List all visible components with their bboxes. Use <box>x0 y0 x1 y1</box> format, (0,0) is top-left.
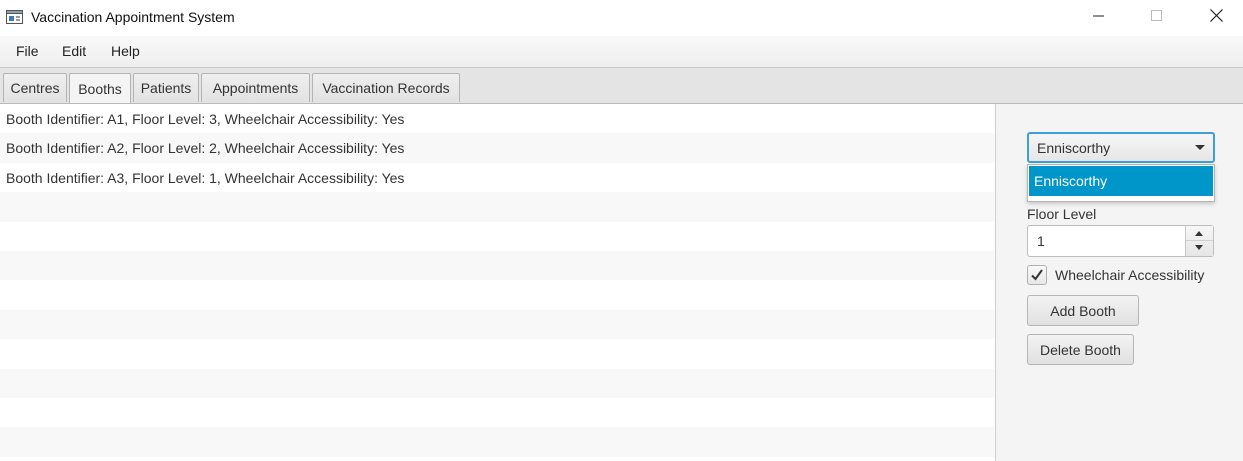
empty-list-row <box>0 427 995 457</box>
wheelchair-checkbox[interactable] <box>1027 265 1047 285</box>
tab-bar: Centres Booths Patients Appointments Vac… <box>0 68 1243 104</box>
floor-level-input[interactable]: 1 <box>1037 233 1045 249</box>
empty-list-row <box>0 339 995 368</box>
booth-list[interactable]: Booth Identifier: A1, Floor Level: 3, Wh… <box>0 104 996 461</box>
tab-centres[interactable]: Centres <box>3 73 67 102</box>
centre-combo-value: Enniscorthy <box>1037 140 1111 156</box>
tab-appointments[interactable]: Appointments <box>201 73 310 102</box>
dropdown-option-enniscorthy[interactable]: Enniscorthy <box>1029 166 1213 196</box>
floor-level-spinner[interactable]: 1 <box>1027 225 1214 257</box>
delete-booth-button[interactable]: Delete Booth <box>1027 334 1134 365</box>
empty-list-row <box>0 398 995 427</box>
menu-file[interactable]: File <box>16 43 39 59</box>
tab-booths[interactable]: Booths <box>69 73 131 103</box>
chevron-down-icon <box>1195 145 1205 150</box>
floor-level-label: Floor Level <box>1027 206 1097 222</box>
minimize-button[interactable] <box>1076 0 1122 34</box>
booth-form-panel: Enniscorthy Enniscorthy Floor Level 1 Wh… <box>996 104 1243 461</box>
spinner-divider <box>1186 240 1213 241</box>
window-title: Vaccination Appointment System <box>31 9 235 25</box>
empty-list-row <box>0 309 995 340</box>
decrement-arrow-icon[interactable] <box>1195 245 1203 250</box>
tab-patients[interactable]: Patients <box>133 73 199 102</box>
menu-help[interactable]: Help <box>111 43 140 59</box>
close-icon <box>1209 9 1223 25</box>
centre-dropdown-popup: Enniscorthy <box>1027 164 1215 202</box>
list-item[interactable]: Booth Identifier: A1, Floor Level: 3, Wh… <box>0 104 995 133</box>
maximize-button[interactable] <box>1134 0 1180 34</box>
menu-edit[interactable]: Edit <box>62 43 86 59</box>
empty-list-row <box>0 192 995 222</box>
close-button[interactable] <box>1193 0 1239 34</box>
maximize-icon <box>1151 9 1163 25</box>
minimize-icon <box>1093 9 1105 25</box>
empty-list-row <box>0 280 995 309</box>
empty-list-row <box>0 368 995 398</box>
centre-combo-box[interactable]: Enniscorthy <box>1027 132 1215 163</box>
tab-vaccination-records[interactable]: Vaccination Records <box>312 73 460 102</box>
add-booth-button[interactable]: Add Booth <box>1027 295 1139 326</box>
spinner-buttons <box>1185 226 1213 256</box>
menu-bar: File Edit Help <box>0 36 1243 68</box>
empty-list-row <box>0 222 995 251</box>
app-window-icon <box>6 10 23 24</box>
empty-list-row <box>0 250 995 281</box>
title-bar: Vaccination Appointment System <box>0 0 1243 36</box>
increment-arrow-icon[interactable] <box>1195 231 1203 236</box>
list-item[interactable]: Booth Identifier: A3, Floor Level: 1, Wh… <box>0 163 995 192</box>
wheelchair-accessibility-label: Wheelchair Accessibility <box>1055 267 1205 283</box>
list-item[interactable]: Booth Identifier: A2, Floor Level: 2, Wh… <box>0 133 995 163</box>
